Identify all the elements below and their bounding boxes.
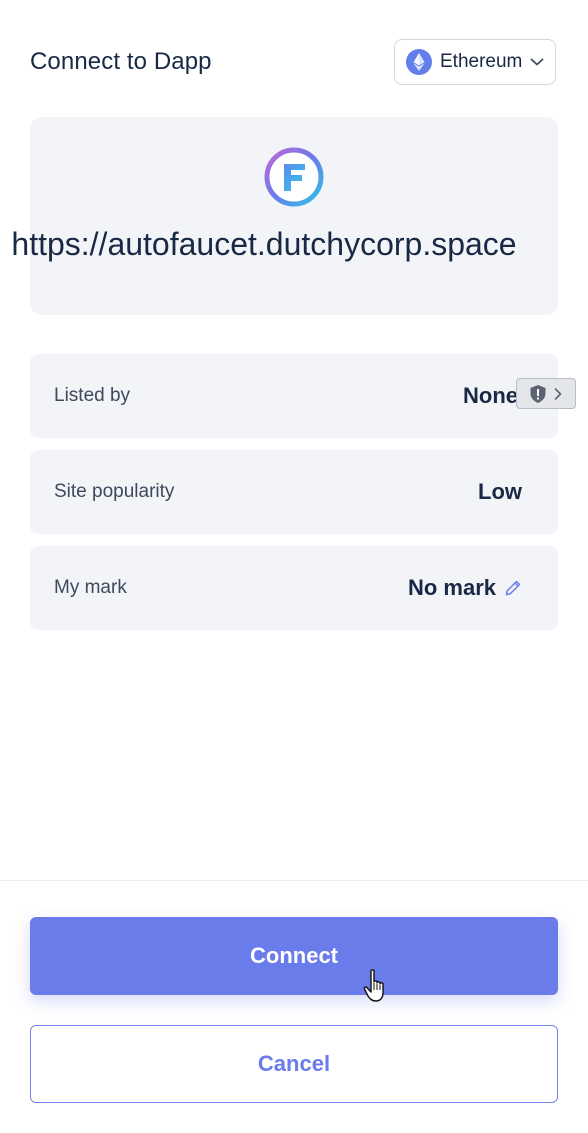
- listed-by-label: Listed by: [54, 385, 131, 406]
- site-popularity-label: Site popularity: [54, 481, 175, 502]
- chevron-down-icon: [530, 58, 544, 66]
- chain-label: Ethereum: [440, 51, 523, 72]
- footer-divider: [0, 880, 588, 881]
- listed-by-value: None: [463, 383, 518, 408]
- shield-icon: [530, 384, 546, 403]
- page-title: Connect to Dapp: [30, 48, 212, 75]
- security-check-button[interactable]: [516, 378, 576, 409]
- cancel-button[interactable]: Cancel: [30, 1025, 558, 1103]
- my-mark-value-group[interactable]: No mark: [408, 575, 522, 601]
- my-mark-row[interactable]: My mark No mark: [30, 546, 558, 630]
- connect-button[interactable]: Connect: [30, 917, 558, 995]
- hand-cursor-icon: [363, 969, 384, 1002]
- my-mark-value: No mark: [407, 575, 496, 600]
- chevron-right-icon: [554, 387, 562, 400]
- ethereum-icon: [406, 49, 432, 75]
- site-popularity-value: Low: [478, 479, 522, 504]
- chain-selector[interactable]: Ethereum: [394, 39, 556, 85]
- faucet-logo-icon: [264, 147, 324, 207]
- pencil-icon[interactable]: [504, 579, 522, 597]
- site-card: [30, 117, 558, 315]
- site-url: https://autofaucet.dutchycorp.space: [11, 226, 517, 262]
- site-popularity-row: Site popularity Low: [30, 450, 558, 534]
- my-mark-label: My mark: [54, 577, 127, 598]
- listed-by-row: Listed by None: [30, 354, 558, 438]
